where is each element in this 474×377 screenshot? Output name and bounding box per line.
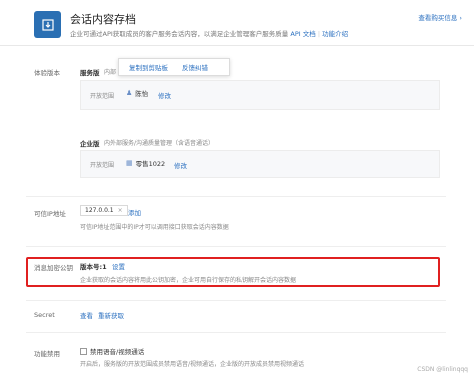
- remove-ip-icon[interactable]: ×: [118, 207, 123, 214]
- context-popup: 复制到剪贴板 反馈纠错: [118, 58, 230, 76]
- highlight-box: [26, 257, 440, 287]
- service-edit-link[interactable]: 修改: [158, 90, 171, 100]
- disable-call-checkbox[interactable]: [80, 347, 87, 355]
- secret-label: Secret: [34, 311, 55, 319]
- service-edition-name: 服务版: [80, 69, 100, 77]
- divider: [26, 332, 446, 333]
- divider: [26, 196, 446, 197]
- view-secret-link[interactable]: 查看: [80, 310, 93, 320]
- feature-hint: 开启后，服务版的开放范围成员禁用语音/视频通话，企业版的开放成员禁用视频通话: [80, 361, 305, 368]
- enterprise-scope-label: 开放范围: [90, 162, 115, 169]
- enterprise-edit-link[interactable]: 修改: [174, 160, 187, 170]
- service-member: ♟ 陈怡: [126, 89, 149, 98]
- api-doc-link[interactable]: API 文档: [290, 30, 315, 38]
- service-scope-label: 开放范围: [90, 93, 115, 100]
- user-icon: ♟: [126, 89, 133, 97]
- feature-label: 功能禁用: [34, 350, 60, 358]
- view-purchase-link[interactable]: 查看购买信息 ›: [418, 12, 462, 22]
- copy-to-clipboard-button[interactable]: 复制到剪贴板: [129, 62, 168, 72]
- archive-app-icon: [34, 11, 61, 38]
- refresh-secret-link[interactable]: 重新获取: [98, 310, 124, 320]
- enterprise-member: ▦ 零售1022: [126, 159, 166, 168]
- divider: [26, 300, 446, 301]
- enterprise-edition-desc: 内外部服务/沟通质量管理（含语音通话）: [104, 140, 215, 147]
- page-title: 会话内容存档: [70, 13, 136, 26]
- version-label: 体验版本: [34, 69, 60, 77]
- csdn-watermark: CSDN @linlinqqq: [417, 366, 468, 373]
- service-edition-sub: 内部: [104, 69, 117, 76]
- page-description: 企业可通过API获取成员的客户服务会话内容，以满足企业管理客户服务质量 API …: [70, 30, 349, 38]
- department-icon: ▦: [126, 159, 133, 167]
- intro-link[interactable]: 功能介绍: [322, 30, 348, 38]
- ip-tag: 127.0.0.1 ×: [80, 205, 128, 216]
- ip-hint: 可信IP地址范围中的IP才可以调用接口获取会话内容数据: [80, 224, 229, 231]
- ip-label: 可信IP地址: [34, 210, 66, 218]
- disable-call-checkbox-row[interactable]: 禁用语音/视频通话: [80, 346, 144, 356]
- add-ip-link[interactable]: 添加: [128, 207, 141, 217]
- feedback-button[interactable]: 反馈纠错: [182, 62, 208, 72]
- enterprise-edition-name: 企业版: [80, 140, 100, 148]
- divider: [26, 246, 446, 247]
